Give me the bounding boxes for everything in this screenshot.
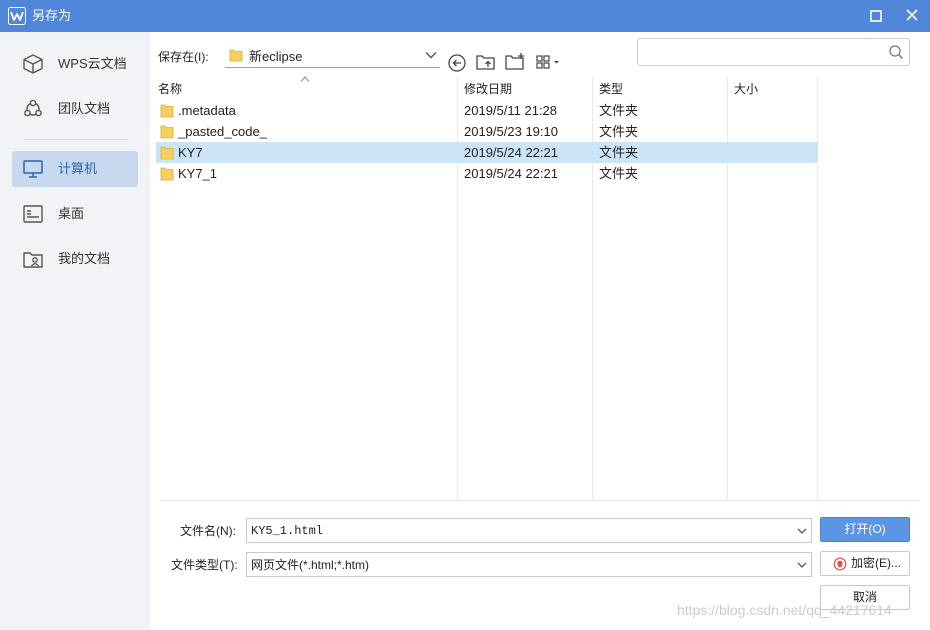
new-folder-button[interactable]	[504, 52, 526, 72]
watermark: https://blog.csdn.net/qq_44217614	[677, 602, 892, 618]
sort-ascending-icon	[300, 76, 310, 82]
save-in-label: 保存在(I):	[158, 50, 209, 64]
file-name: KY7_1	[178, 166, 218, 181]
file-modified: 2019/5/23 19:10	[464, 124, 558, 139]
filename-label: 文件名(N):	[180, 524, 236, 538]
back-button[interactable]	[447, 52, 469, 72]
column-header-modified[interactable]: 修改日期	[464, 82, 512, 96]
maximize-button[interactable]	[864, 6, 888, 26]
view-options-button[interactable]	[535, 52, 565, 72]
sidebar-item-wps-cloud[interactable]: WPS云文档	[12, 46, 138, 82]
sidebar-item-label: 团队文档	[58, 101, 111, 116]
encrypt-button[interactable]: 加密(E)...	[820, 551, 910, 576]
encrypt-button-label: 加密(E)...	[851, 556, 901, 570]
table-row[interactable]: KY7 2019/5/24 22:21 文件夹	[156, 142, 818, 163]
file-type: 文件夹	[599, 145, 639, 160]
sidebar-item-team-docs[interactable]: 团队文档	[12, 91, 138, 127]
file-name: _pasted_code_	[178, 124, 267, 139]
table-row[interactable]: KY7_1 2019/5/24 22:21 文件夹	[156, 163, 818, 184]
current-folder-name: 新eclipse	[249, 49, 303, 64]
new-folder-icon	[505, 53, 524, 70]
title-bar: 另存为	[0, 0, 930, 32]
filetype-select[interactable]: 网页文件(*.html;*.htm)	[246, 552, 812, 577]
sidebar-divider	[24, 139, 128, 140]
user-folder-icon	[23, 252, 43, 268]
sidebar-item-my-documents[interactable]: 我的文档	[12, 241, 138, 277]
folder-icon	[160, 146, 174, 160]
window-title: 另存为	[32, 8, 72, 23]
search-input[interactable]	[637, 38, 910, 66]
folder-icon	[229, 49, 243, 62]
chevron-down-icon	[425, 52, 437, 59]
filename-field[interactable]: KY5_1.html	[246, 518, 812, 543]
sidebar-item-label: WPS云文档	[58, 56, 127, 71]
folder-up-icon	[476, 55, 495, 70]
filename-value: KY5_1.html	[251, 524, 324, 538]
filetype-label: 文件类型(T):	[171, 558, 238, 572]
file-name: .metadata	[178, 103, 236, 118]
file-modified: 2019/5/24 22:21	[464, 166, 558, 181]
up-folder-button[interactable]	[475, 52, 497, 72]
close-button[interactable]	[900, 6, 924, 26]
file-type: 文件夹	[599, 103, 639, 118]
file-modified: 2019/5/11 21:28	[464, 103, 558, 118]
wps-logo-icon	[8, 7, 26, 25]
desktop-icon	[23, 205, 43, 223]
open-button[interactable]: 打开(O)	[820, 517, 910, 542]
cube-icon	[23, 54, 43, 74]
filetype-value: 网页文件(*.html;*.htm)	[251, 558, 370, 572]
back-arrow-icon	[448, 54, 466, 72]
computer-icon	[23, 160, 43, 178]
file-type: 文件夹	[599, 124, 639, 139]
sidebar-item-desktop[interactable]: 桌面	[12, 196, 138, 232]
table-row[interactable]: .metadata 2019/5/11 21:28 文件夹	[156, 100, 818, 121]
file-list[interactable]: 名称 修改日期 类型 大小 .metadata 2019/5/11 21:28 …	[150, 76, 920, 500]
save-in-dropdown[interactable]: 新eclipse	[225, 44, 440, 68]
sidebar-item-label: 计算机	[58, 161, 98, 176]
column-header-name[interactable]: 名称	[158, 82, 182, 96]
folder-icon	[160, 125, 174, 139]
sidebar-item-label: 我的文档	[58, 251, 111, 266]
close-icon	[906, 9, 918, 21]
file-type: 文件夹	[599, 166, 639, 181]
list-divider	[160, 500, 920, 501]
grid-view-icon	[536, 55, 559, 69]
folder-icon	[160, 104, 174, 118]
chevron-down-icon	[797, 562, 807, 568]
sidebar: WPS云文档 团队文档 计算机 桌面 我的文档	[0, 32, 150, 630]
file-modified: 2019/5/24 22:21	[464, 145, 558, 160]
shield-icon	[833, 557, 847, 571]
sidebar-item-label: 桌面	[58, 206, 85, 221]
column-header-size[interactable]: 大小	[734, 82, 758, 96]
team-icon	[24, 99, 42, 117]
column-header-type[interactable]: 类型	[599, 82, 623, 96]
sidebar-item-computer[interactable]: 计算机	[12, 151, 138, 187]
folder-icon	[160, 167, 174, 181]
chevron-down-icon	[797, 528, 807, 534]
maximize-icon	[870, 10, 882, 22]
table-row[interactable]: _pasted_code_ 2019/5/23 19:10 文件夹	[156, 121, 818, 142]
file-name: KY7	[178, 145, 203, 160]
search-icon	[889, 45, 903, 59]
